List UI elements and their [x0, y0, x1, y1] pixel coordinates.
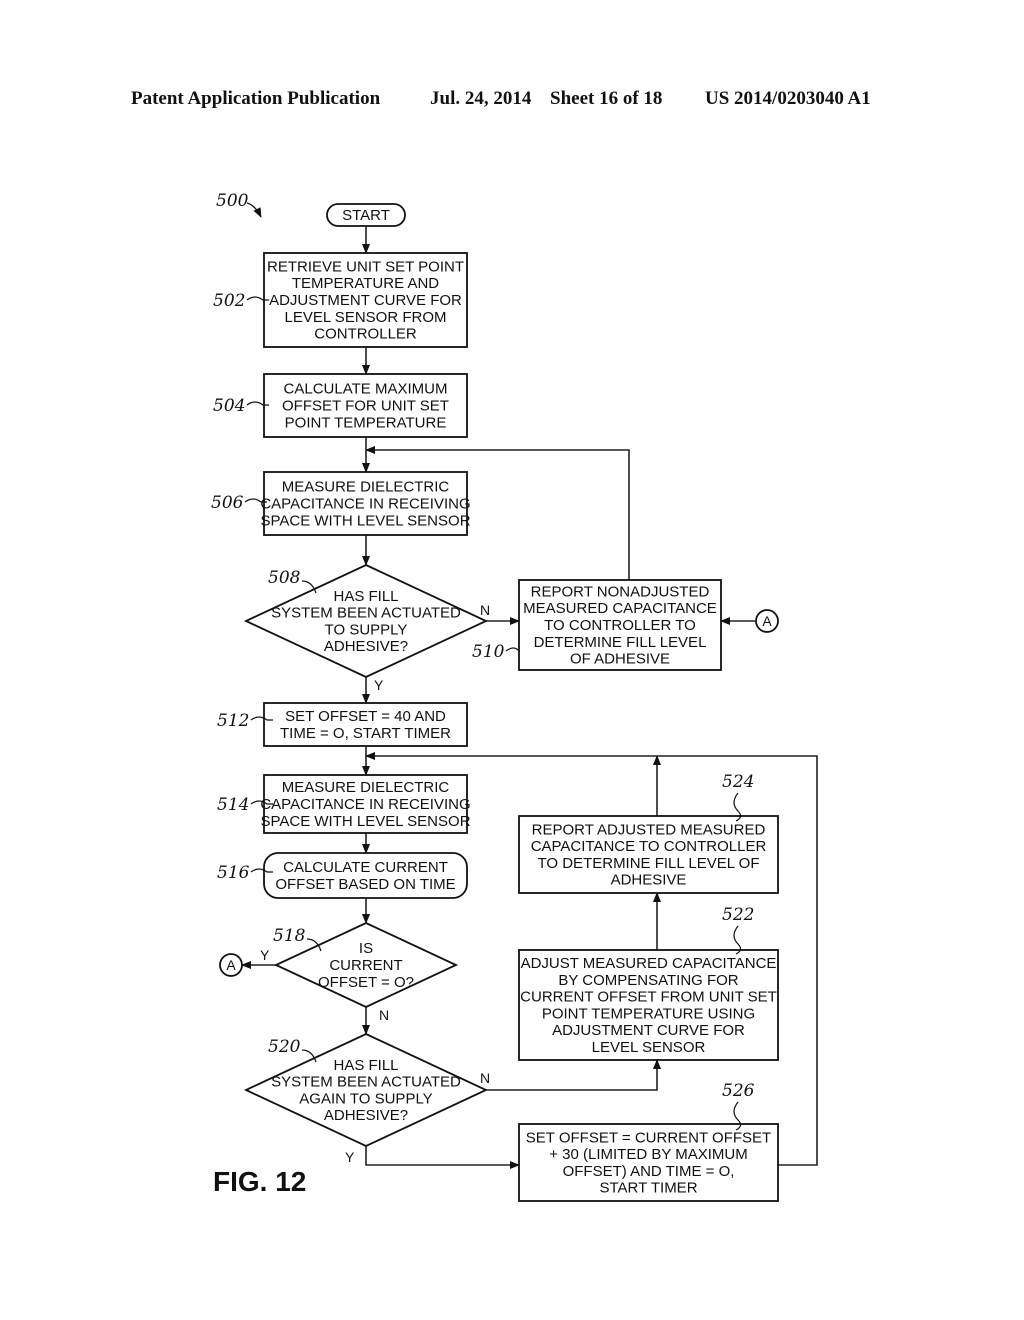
branch-label-508-yes: Y [374, 677, 384, 693]
node-text-line: LEVEL SENSOR [592, 1039, 706, 1056]
node-526: SET OFFSET = CURRENT OFFSET+ 30 (LIMITED… [518, 1123, 779, 1202]
node-text-line: ADHESIVE? [324, 638, 408, 655]
node-text-line: ADJUST MEASURED CAPACITANCE [521, 955, 777, 972]
node-text-line: CAPACITANCE IN RECEIVING [260, 496, 470, 513]
node-text-line: CALCULATE MAXIMUM [284, 381, 448, 398]
node-text-line: ADJUSTMENT CURVE FOR [269, 292, 462, 309]
node-text-line: START [342, 207, 390, 224]
node-506: MEASURE DIELECTRICCAPACITANCE IN RECEIVI… [260, 471, 471, 536]
node-text-line: MEASURED CAPACITANCE [523, 600, 717, 617]
node-text-line: HAS FILL [333, 588, 398, 605]
node-text-line: TO SUPPLY [325, 621, 408, 638]
node-text-line: CURRENT OFFSET FROM UNIT SET [520, 989, 777, 1006]
node-text-line: SPACE WITH LEVEL SENSOR [260, 813, 470, 830]
node-text-line: CALCULATE CURRENT [283, 859, 448, 876]
node-text-line: SYSTEM BEEN ACTUATED [271, 605, 461, 622]
node-text-line: ADHESIVE [611, 872, 687, 889]
node-text-line: DETERMINE FILL LEVEL [534, 634, 707, 651]
node-522: ADJUST MEASURED CAPACITANCEBY COMPENSATI… [518, 949, 779, 1061]
ref-numeral-526: 526 [722, 1081, 755, 1101]
node-text-line: TO CONTROLLER TO [544, 617, 696, 634]
node-text-line: MEASURE DIELECTRIC [282, 779, 450, 796]
branch-label-520-no: N [480, 1070, 490, 1086]
ref-numeral-514: 514 [217, 795, 249, 815]
ref-numeral-516: 516 [217, 863, 250, 883]
node-text-line: SPACE WITH LEVEL SENSOR [260, 512, 470, 529]
ref-numeral-518: 518 [273, 926, 306, 946]
ref-numeral-520: 520 [268, 1037, 301, 1057]
node-text-line: SET OFFSET = CURRENT OFFSET [526, 1129, 771, 1146]
node-text-line: REPORT NONADJUSTED [531, 583, 710, 600]
flow-nodes: START RETRIEVE UNIT SET POINTTEMPERATURE … [243, 203, 779, 1202]
node-text-line: SET OFFSET = 40 AND [285, 708, 446, 725]
node-text-line: BY COMPENSATING FOR [558, 972, 738, 989]
branch-label-520-yes: Y [345, 1149, 355, 1165]
node-text-line: REPORT ADJUSTED MEASURED [532, 821, 766, 838]
node-text-line: TEMPERATURE AND [292, 275, 439, 292]
ref-numeral-504: 504 [213, 396, 245, 416]
node-text-line: CURRENT [329, 957, 402, 974]
node-text-line: CAPACITANCE IN RECEIVING [260, 796, 470, 813]
node-512: SET OFFSET = 40 ANDTIME = O, START TIMER [263, 702, 468, 747]
ref-numeral-500: 500 [216, 191, 249, 211]
edge-520-526 [365, 1146, 520, 1169]
ref-numeral-522: 522 [722, 905, 754, 925]
connector-a-left: A [219, 953, 243, 977]
connector-label: A [226, 957, 236, 973]
branch-label-518-no: N [379, 1007, 389, 1023]
node-504: CALCULATE MAXIMUMOFFSET FOR UNIT SETPOIN… [263, 373, 468, 438]
node-text-line: TIME = O, START TIMER [280, 725, 451, 742]
node-text-line: TO DETERMINE FILL LEVEL OF [538, 855, 760, 872]
node-start: START [326, 203, 406, 227]
branch-label-508-no: N [480, 602, 490, 618]
node-text-line: + 30 (LIMITED BY MAXIMUM [549, 1146, 748, 1163]
flowchart: START RETRIEVE UNIT SET POINTTEMPERATURE … [211, 191, 818, 1202]
node-text-line: IS [359, 940, 373, 957]
node-text-line: OFFSET) AND TIME = O, [563, 1163, 735, 1180]
node-524: REPORT ADJUSTED MEASUREDCAPACITANCE TO C… [518, 815, 779, 894]
node-text-line: OF ADHESIVE [570, 651, 670, 668]
connector-a-right: A [755, 609, 779, 633]
branch-label-518-yes: Y [260, 947, 270, 963]
node-text-line: LEVEL SENSOR FROM [285, 309, 447, 326]
ref-arrow [246, 202, 262, 218]
node-text-line: OFFSET = O? [318, 974, 414, 991]
ref-numeral-510: 510 [472, 642, 505, 662]
node-text-line: SYSTEM BEEN ACTUATED [271, 1074, 461, 1091]
ref-numeral-512: 512 [217, 711, 249, 731]
node-516: CALCULATE CURRENTOFFSET BASED ON TIME [263, 852, 468, 899]
node-text-line: RETRIEVE UNIT SET POINT [267, 258, 464, 275]
node-text-line: ADHESIVE? [324, 1107, 408, 1124]
edge-520-522 [486, 1059, 661, 1091]
node-text-line: OFFSET BASED ON TIME [275, 876, 455, 893]
node-514: MEASURE DIELECTRICCAPACITANCE IN RECEIVI… [260, 774, 471, 834]
node-text-line: POINT TEMPERATURE [285, 414, 447, 431]
node-text-line: CONTROLLER [314, 326, 417, 343]
ref-leader [505, 647, 520, 652]
connector-label: A [762, 613, 772, 629]
figure-label: FIG. 12 [213, 1166, 306, 1197]
node-text-line: MEASURE DIELECTRIC [282, 479, 450, 496]
node-text-line: HAS FILL [333, 1057, 398, 1074]
ref-numeral-508: 508 [268, 568, 301, 588]
node-text-line: CAPACITANCE TO CONTROLLER [531, 838, 767, 855]
ref-numeral-502: 502 [213, 291, 245, 311]
node-text-line: AGAIN TO SUPPLY [299, 1090, 432, 1107]
node-text-line: ADJUSTMENT CURVE FOR [552, 1022, 745, 1039]
node-502: RETRIEVE UNIT SET POINTTEMPERATURE ANDAD… [263, 252, 468, 348]
node-510: REPORT NONADJUSTEDMEASURED CAPACITANCETO… [518, 579, 722, 671]
ref-numeral-506: 506 [211, 493, 244, 513]
ref-numeral-524: 524 [722, 772, 754, 792]
node-text-line: POINT TEMPERATURE USING [542, 1005, 755, 1022]
node-text-line: START TIMER [599, 1180, 697, 1197]
node-text-line: OFFSET FOR UNIT SET [282, 398, 449, 415]
